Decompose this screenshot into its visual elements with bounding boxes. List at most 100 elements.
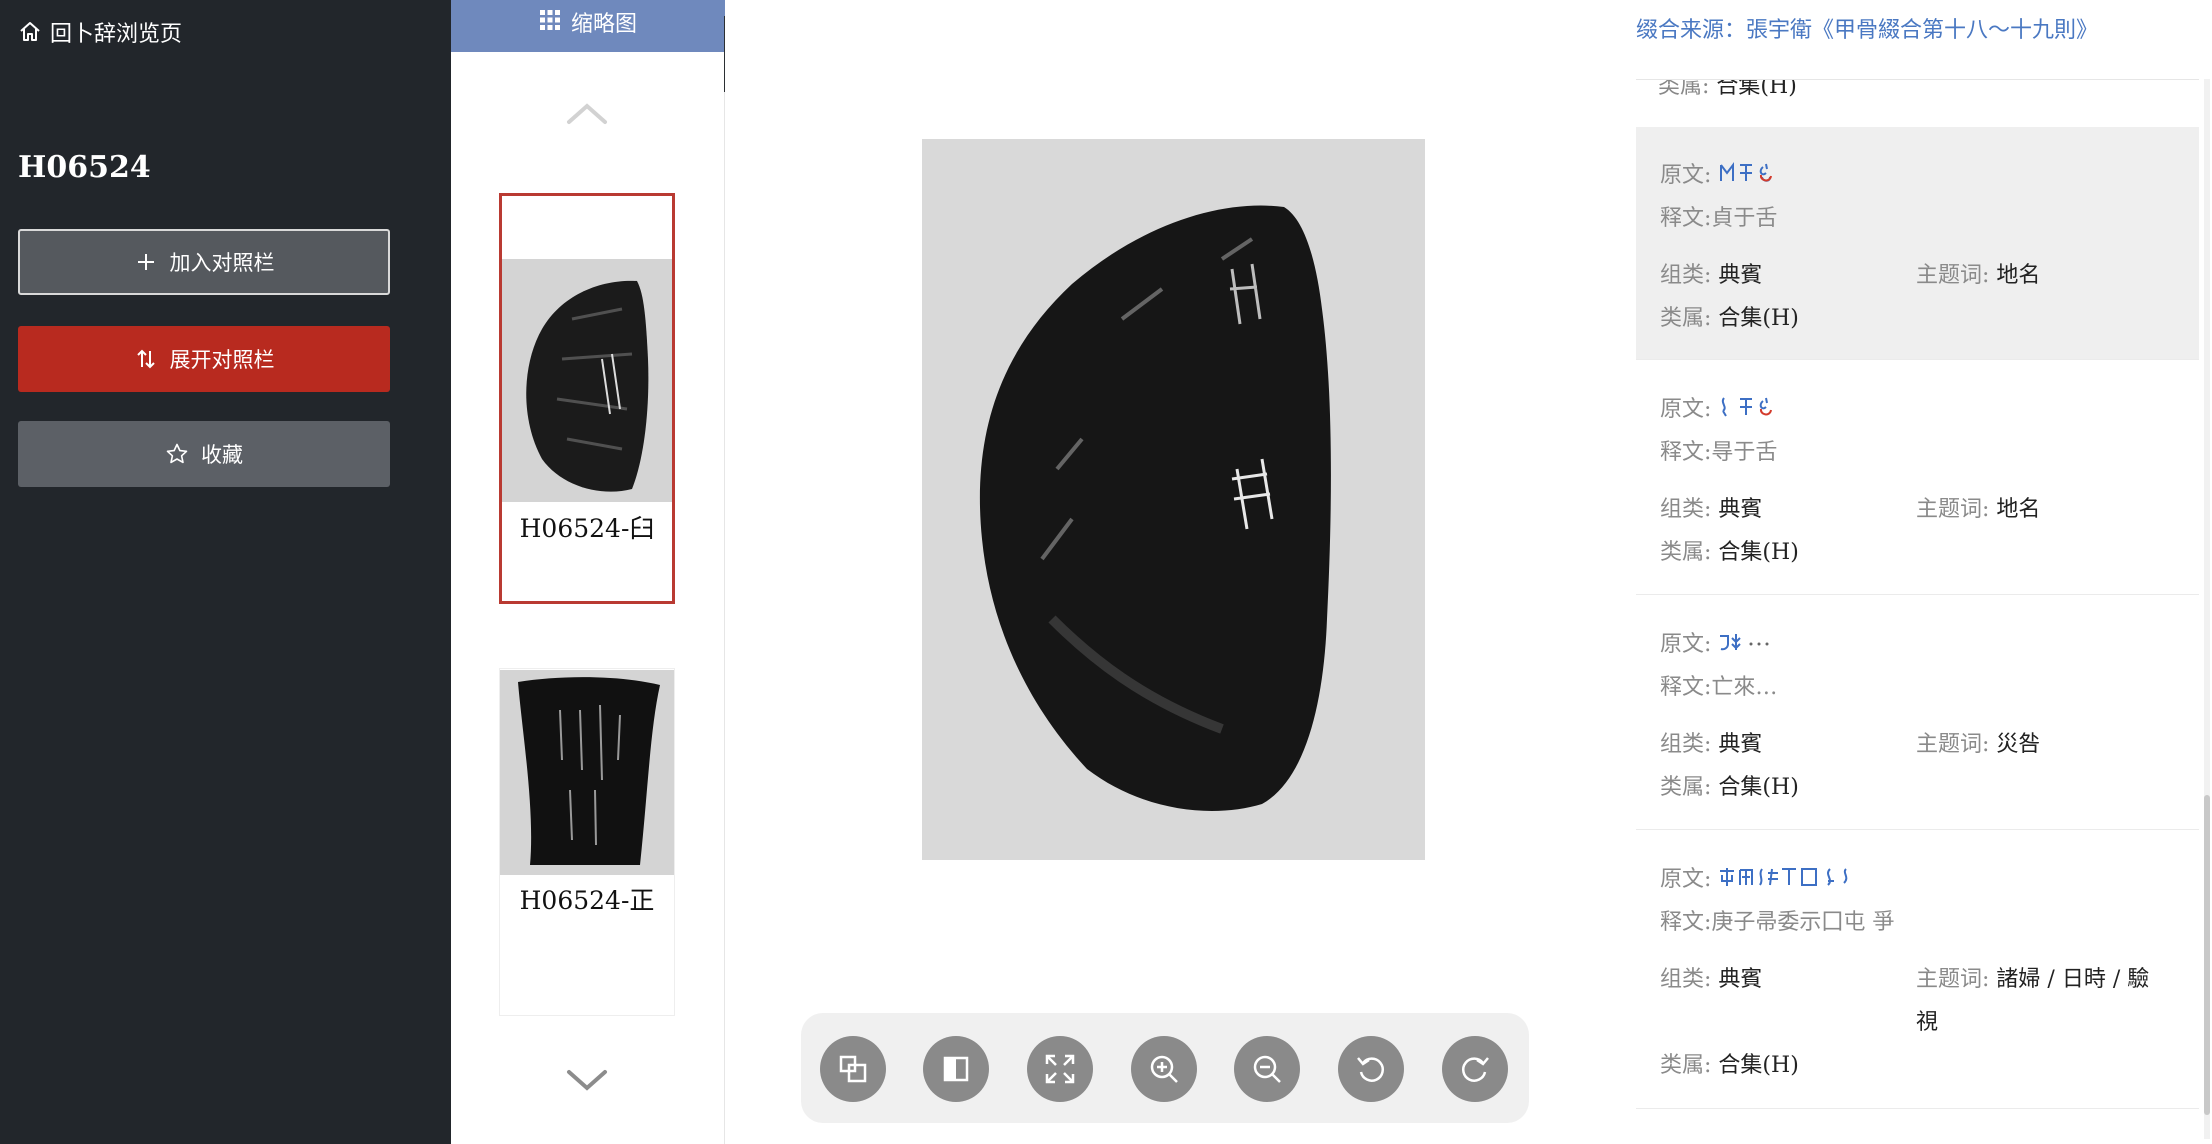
expand-compare-label: 展开对照栏 (169, 348, 275, 372)
category-value: 合集(H) (1718, 540, 1799, 565)
interpretation-row: 释文:㝵于舌 (1660, 434, 1777, 466)
topic-value: 災咎 (1996, 732, 2041, 757)
expand-compare-button[interactable]: 展开对照栏 (18, 326, 390, 392)
original-row: 原文: (1660, 391, 1778, 423)
topic-value: 地名 (1996, 497, 2041, 522)
favorite-button[interactable]: 收藏 (18, 421, 390, 487)
chevron-up-icon[interactable] (563, 98, 611, 128)
topic-label: 主题词: (1916, 497, 1990, 522)
topic-value: 地名 (1996, 263, 2041, 288)
fullscreen-icon (1045, 1054, 1075, 1084)
original-row: 原文: (1660, 157, 1778, 189)
topic-row: 主题词: 諸婦 / 日時 / 驗 (1916, 961, 2149, 993)
scrollbar[interactable] (2204, 79, 2210, 1139)
group-row: 组类: 典賓 (1660, 257, 1762, 289)
interp-label: 释文: (1660, 206, 1712, 231)
interp-value: 庚子帚委示囗屯 爭 (1711, 910, 1895, 935)
inscription-entry[interactable]: 原文: 释文:庚子帚委示囗屯 爭 组类: 典賓 主题词: 諸婦 / 日時 / 驗… (1636, 831, 2199, 1109)
layout-icon (839, 1055, 867, 1083)
star-icon (166, 443, 188, 464)
layout-toggle-button[interactable] (820, 1036, 886, 1102)
thumbnail-image (500, 670, 674, 875)
group-label: 组类: (1660, 967, 1712, 992)
oracle-glyphs (1718, 630, 1778, 654)
favorite-label: 收藏 (201, 443, 243, 467)
original-label: 原文: (1660, 632, 1712, 657)
topic-row: 主题词: 災咎 (1916, 726, 2040, 758)
topic-label: 主题词: (1916, 263, 1990, 288)
group-value: 典賓 (1718, 263, 1763, 288)
category-label: 类属: (1660, 306, 1712, 331)
oracle-glyphs (1718, 161, 1778, 185)
partial-category-line: 类属: 合集(H) (1658, 79, 1797, 100)
thumbnail-item[interactable]: H06524-正 (499, 668, 675, 1016)
category-row: 类属: 合集(H) (1660, 769, 1799, 801)
group-value: 典賓 (1718, 967, 1763, 992)
interp-label: 释文: (1660, 910, 1712, 935)
group-label: 组类: (1660, 732, 1712, 757)
interpretation-row: 释文:貞于舌 (1660, 200, 1777, 232)
interp-label: 释文: (1660, 440, 1712, 465)
zoom-in-icon (1150, 1055, 1178, 1083)
category-value: 合集(H) (1718, 775, 1799, 800)
plus-icon (137, 254, 154, 270)
interp-value: 㝵于舌 (1711, 440, 1778, 465)
interp-value: 亡來… (1711, 675, 1778, 700)
zoom-out-icon (1253, 1055, 1281, 1083)
category-label: 类属: (1660, 540, 1712, 565)
rotate-right-button[interactable] (1442, 1036, 1508, 1102)
category-label: 类属: (1660, 775, 1712, 800)
contrast-button[interactable] (923, 1036, 989, 1102)
oracle-bone-image[interactable] (922, 139, 1425, 860)
inscription-entry[interactable]: 原文: 释文:㝵于舌 组类: 典賓 主题词: 地名 类属: 合集(H) (1636, 361, 2199, 595)
scrollbar-thumb[interactable] (2204, 795, 2210, 1115)
interpretation-row: 释文:亡來… (1660, 669, 1777, 701)
zoom-out-button[interactable] (1234, 1036, 1300, 1102)
inscription-panel: 缀合来源：張宇衛《甲骨綴合第十八～十九則》 类属: 合集(H) 原文: 释文:貞… (1618, 0, 2212, 1144)
join-source-link[interactable]: 缀合来源：張宇衛《甲骨綴合第十八～十九則》 (1636, 12, 2098, 44)
original-label: 原文: (1660, 163, 1712, 188)
group-label: 组类: (1660, 497, 1712, 522)
oracle-glyphs (1718, 395, 1778, 419)
category-label: 类属: (1658, 79, 1710, 99)
inscription-entry[interactable]: 原文: 释文:亡來… 组类: 典賓 主题词: 災咎 类属: 合集(H) (1636, 596, 2199, 830)
rotate-left-button[interactable] (1338, 1036, 1404, 1102)
oracle-glyphs (1718, 865, 1908, 889)
thumbnail-header-label: 缩略图 (570, 12, 637, 37)
category-value: 合集(H) (1718, 1053, 1799, 1078)
contrast-icon (943, 1056, 969, 1082)
chevron-down-icon[interactable] (563, 1066, 611, 1096)
zoom-in-button[interactable] (1131, 1036, 1197, 1102)
category-label: 类属: (1660, 1053, 1712, 1078)
thumbnail-header: 缩略图 (451, 0, 725, 52)
fullscreen-button[interactable] (1027, 1036, 1093, 1102)
rotate-right-icon (1462, 1057, 1489, 1082)
category-value: 合集(H) (1716, 79, 1797, 99)
group-label: 组类: (1660, 263, 1712, 288)
thumbnail-image (502, 259, 672, 502)
group-value: 典賓 (1718, 497, 1763, 522)
add-to-compare-label: 加入对照栏 (169, 251, 275, 275)
original-row: 原文: (1660, 626, 1778, 658)
thumbnail-item-active[interactable]: H06524-臼 (499, 193, 675, 604)
add-to-compare-button[interactable]: 加入对照栏 (18, 229, 390, 295)
interpretation-row: 释文:庚子帚委示囗屯 爭 (1660, 904, 1894, 936)
thumbnail-label: H06524-正 (519, 886, 655, 915)
topic-value: 諸婦 / 日時 / 驗 (1996, 967, 2150, 992)
sidebar: 回卜辞浏览页 H06524 加入对照栏 展开对照栏 收藏 (0, 0, 451, 1144)
topic-continuation-row: 視 (1916, 1004, 1938, 1036)
topic-label: 主题词: (1916, 967, 1990, 992)
group-row: 组类: 典賓 (1660, 491, 1762, 523)
original-label: 原文: (1660, 867, 1712, 892)
topic-row: 主题词: 地名 (1916, 257, 2040, 289)
inscription-list: 类属: 合集(H) 原文: 释文:貞于舌 组类: 典賓 主题词: 地名 类属: … (1636, 79, 2199, 1144)
group-value: 典賓 (1718, 732, 1763, 757)
inscription-entry[interactable]: 原文: 释文:貞于舌 组类: 典賓 主题词: 地名 类属: 合集(H) (1636, 127, 2199, 360)
rotate-left-icon (1357, 1057, 1384, 1082)
original-row: 原文: (1660, 861, 1908, 893)
topic-row: 主题词: 地名 (1916, 491, 2040, 523)
back-to-browse-link[interactable]: 回卜辞浏览页 (18, 16, 182, 48)
topic-label: 主题词: (1916, 732, 1990, 757)
home-icon (20, 22, 40, 41)
swap-arrows-icon (136, 349, 155, 369)
